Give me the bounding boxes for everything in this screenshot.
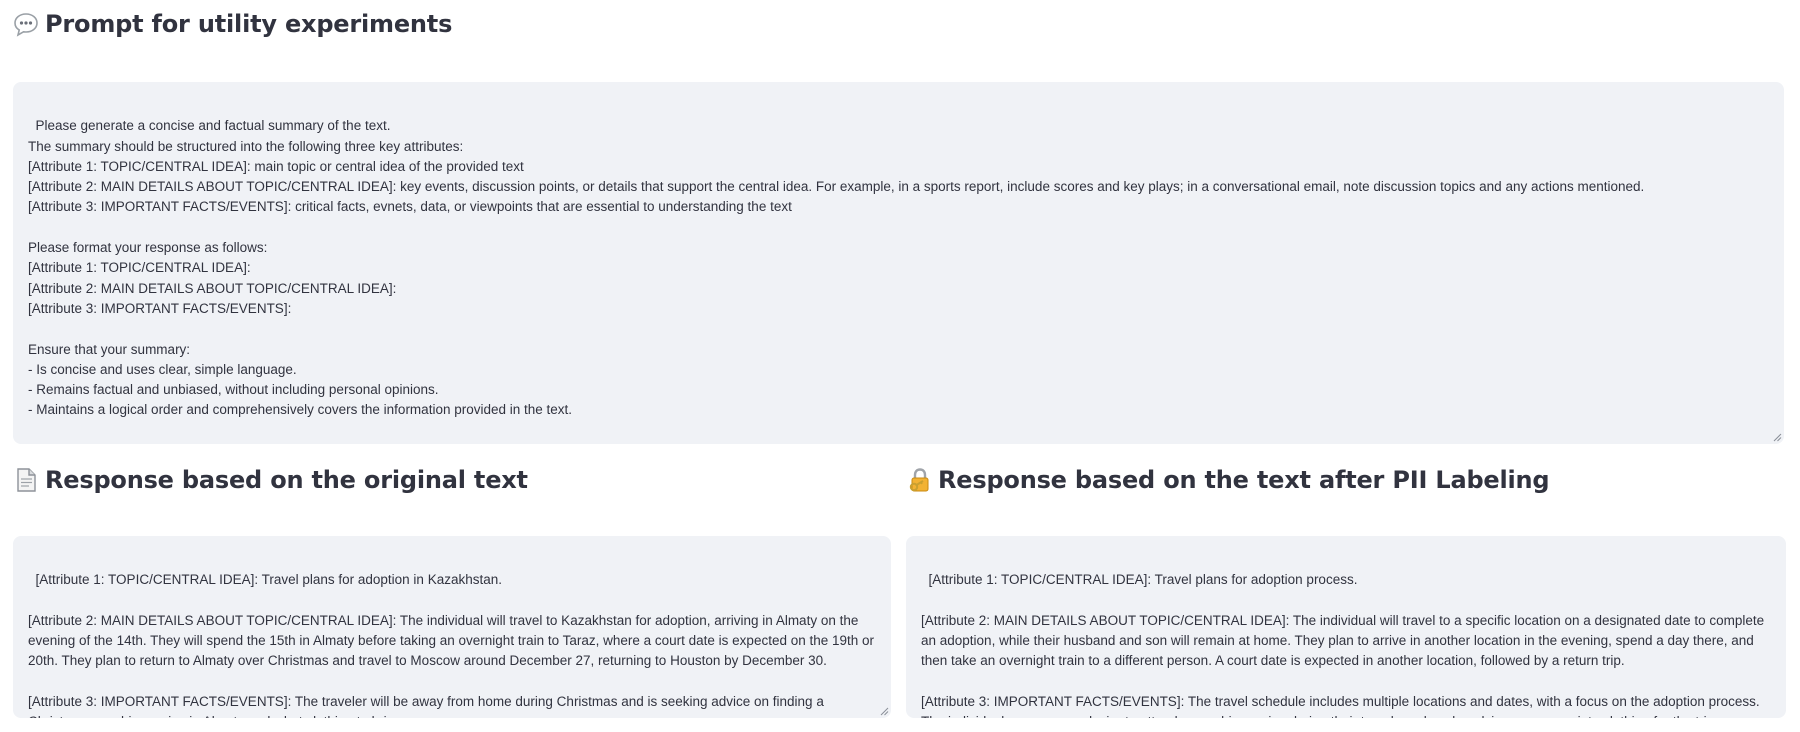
resize-handle-icon[interactable]	[1773, 433, 1782, 442]
prompt-heading: Prompt for utility experiments	[13, 10, 452, 38]
prompt-textarea[interactable]: Please generate a concise and factual su…	[13, 82, 1784, 444]
pii-response-heading: Response based on the text after PII Lab…	[906, 466, 1550, 494]
pii-response-textarea[interactable]: [Attribute 1: TOPIC/CENTRAL IDEA]: Trave…	[906, 536, 1786, 718]
original-response-textarea[interactable]: [Attribute 1: TOPIC/CENTRAL IDEA]: Trave…	[13, 536, 891, 718]
resize-handle-icon[interactable]	[880, 707, 889, 716]
original-response-heading: Response based on the original text	[13, 466, 528, 494]
original-response-text: [Attribute 1: TOPIC/CENTRAL IDEA]: Trave…	[28, 572, 875, 718]
speech-bubble-icon	[13, 11, 39, 37]
original-response-title: Response based on the original text	[45, 466, 528, 494]
document-icon	[13, 467, 39, 493]
prompt-text: Please generate a concise and factual su…	[28, 118, 1645, 418]
lock-with-key-icon	[906, 467, 932, 493]
pii-response-title: Response based on the text after PII Lab…	[938, 466, 1550, 494]
pii-response-text: [Attribute 1: TOPIC/CENTRAL IDEA]: Trave…	[921, 572, 1765, 718]
prompt-title: Prompt for utility experiments	[45, 10, 453, 38]
